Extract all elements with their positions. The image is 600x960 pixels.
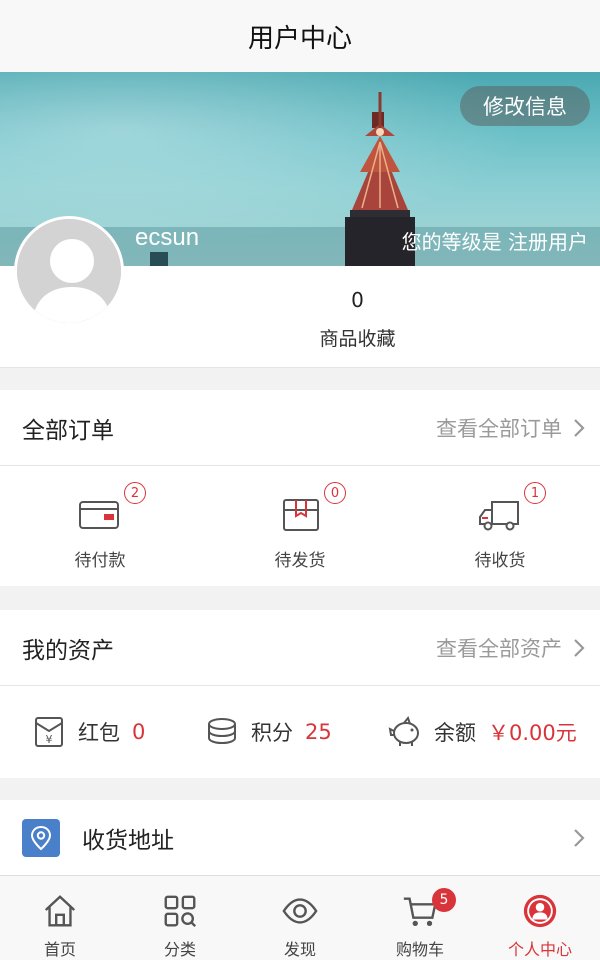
order-badge: 0 [324,482,346,504]
location-pin-icon [22,819,60,857]
view-all-assets-link[interactable]: 查看全部资产 [436,633,586,663]
avatar[interactable] [14,216,124,326]
coins-icon [208,718,236,745]
asset-points[interactable]: 积分 25 [205,686,332,778]
asset-balance[interactable]: 余额 ￥0.00元 [388,686,577,778]
assets-section: 我的资产 查看全部资产 ¥ 红包 0 积分 25 余额 ￥0.00元 [0,610,600,778]
tab-label: 分类 [163,940,196,959]
orders-section: 全部订单 查看全部订单 2 待付款 0 待发货 1 待收货 [0,390,600,586]
asset-label: 余额 [434,721,476,745]
eye-icon [282,898,318,924]
chevron-right-icon [574,829,585,847]
chevron-right-icon [574,418,585,437]
favorites-label: 商品收藏 [319,328,396,350]
home-icon [44,895,76,927]
assets-header[interactable]: 我的资产 查看全部资产 [0,610,600,686]
order-pending-shipment[interactable]: 0 待发货 [200,466,400,586]
order-label: 待收货 [474,551,526,571]
address-row[interactable]: 收货地址 [0,800,600,876]
tab-home[interactable]: 首页 [0,876,120,960]
tab-profile[interactable]: 个人中心 [480,876,600,960]
tab-discover[interactable]: 发现 [240,876,360,960]
view-all-orders-link[interactable]: 查看全部订单 [436,413,586,443]
delivery-truck-icon [479,501,519,531]
red-packet-icon: ¥ [35,717,63,747]
svg-text:¥: ¥ [46,733,53,746]
order-label: 待发货 [274,551,326,571]
assets-row: ¥ 红包 0 积分 25 余额 ￥0.00元 [0,686,600,778]
tab-label: 个人中心 [507,940,572,959]
orders-header[interactable]: 全部订单 查看全部订单 [0,390,600,466]
view-all-orders-label: 查看全部订单 [436,416,562,441]
order-pending-receipt[interactable]: 1 待收货 [400,466,600,586]
wallet-icon [79,501,119,529]
order-status-row: 2 待付款 0 待发货 1 待收货 [0,466,600,586]
asset-value: 25 [305,720,332,744]
edit-info-button[interactable]: 修改信息 [460,86,590,126]
assets-title: 我的资产 [22,637,114,664]
category-icon [164,895,197,928]
asset-label: 积分 [251,721,293,745]
username: ecsun [135,224,200,251]
user-level-text: 您的等级是 注册用户 [401,230,588,254]
address-label: 收货地址 [82,828,174,854]
tab-label: 发现 [283,940,316,959]
asset-red-packet[interactable]: ¥ 红包 0 [32,686,145,778]
orders-title: 全部订单 [22,417,114,444]
cart-count-badge: 5 [432,888,456,912]
order-badge: 1 [524,482,546,504]
tab-category[interactable]: 分类 [120,876,240,960]
piggy-bank-icon [388,715,419,746]
address-section: 收货地址 [0,800,600,876]
top-header: 用户中心 [0,0,600,72]
order-badge: 2 [124,482,146,504]
tab-label: 首页 [43,940,76,959]
order-label: 待付款 [74,551,126,571]
bottom-tab-bar: 首页 分类 发现 5 购物车 个人中心 [0,875,600,960]
asset-value: ￥0.00元 [488,721,577,745]
tab-cart[interactable]: 5 购物车 [360,876,480,960]
package-icon [283,499,319,531]
tab-label: 购物车 [395,940,444,959]
asset-label: 红包 [78,721,120,745]
page-title: 用户中心 [247,23,352,54]
order-pending-payment[interactable]: 2 待付款 [0,466,200,586]
asset-value: 0 [132,720,146,744]
view-all-assets-label: 查看全部资产 [436,636,562,661]
user-icon [523,894,557,928]
chevron-right-icon [574,638,585,657]
